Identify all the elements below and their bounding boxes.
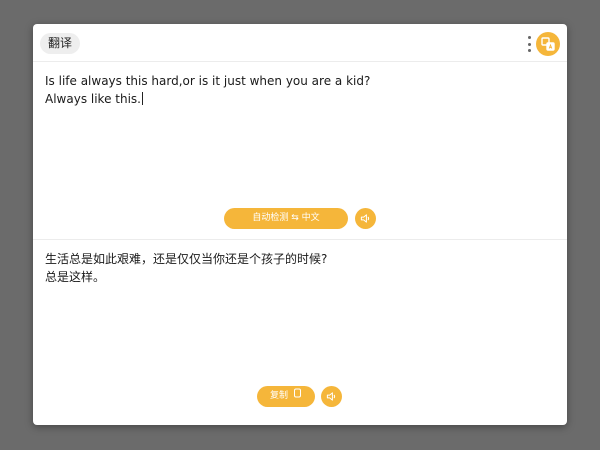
app-title: 翻译 (40, 33, 81, 54)
source-text-area[interactable]: Is life always this hard,or is it just w… (45, 72, 555, 108)
header-bar: 翻译 (33, 24, 567, 62)
source-line-last: Always like this. (45, 90, 555, 108)
speaker-icon[interactable] (355, 208, 376, 229)
target-line: 生活总是如此艰难，还是仅仅当你还是个孩子的时候? (45, 252, 328, 266)
translation-output: 生活总是如此艰难，还是仅仅当你还是个孩子的时候? 总是这样。 (45, 250, 555, 286)
more-vertical-icon[interactable] (526, 36, 532, 52)
translate-app-icon[interactable] (536, 32, 560, 56)
speaker-icon[interactable] (321, 386, 342, 407)
copy-icon (293, 386, 302, 407)
language-direction-button[interactable]: 自动检测 ⇆ 中文 (224, 208, 348, 229)
source-line: Always like this. (45, 92, 141, 106)
translator-window: 翻译 Is life always this hard,or is it jus… (33, 24, 567, 425)
copy-label: 复制 (269, 391, 288, 401)
target-line: 总是这样。 (45, 270, 106, 284)
source-line: Is life always this hard,or is it just w… (45, 74, 371, 88)
text-caret (141, 92, 143, 105)
copy-button[interactable]: 复制 (257, 386, 315, 407)
panel-divider (33, 239, 567, 240)
